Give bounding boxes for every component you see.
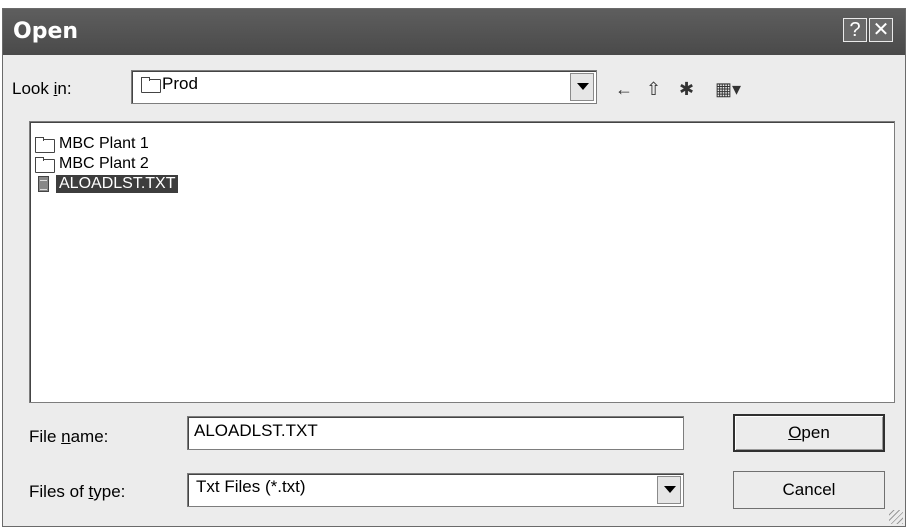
new-folder-icon[interactable]: ✱ — [679, 79, 694, 100]
folder-icon — [34, 156, 56, 173]
open-button[interactable]: Open — [733, 414, 885, 452]
up-folder-icon[interactable]: ⇧ — [646, 79, 661, 100]
back-icon[interactable]: ← — [615, 79, 633, 100]
text-file-icon — [34, 176, 56, 192]
look-in-dropdown-button[interactable] — [570, 73, 594, 101]
file-name-value: ALOADLST.TXT — [194, 421, 318, 440]
file-name-text: MBC Plant 1 — [59, 135, 149, 152]
dialog-title: Open — [13, 19, 79, 44]
look-in-select[interactable]: Prod — [131, 70, 597, 104]
file-type-label: Files of type: — [29, 482, 126, 501]
file-type-select[interactable]: Txt Files (*.txt) — [187, 473, 684, 507]
file-name-input[interactable]: ALOADLST.TXT — [187, 416, 684, 450]
cancel-button[interactable]: Cancel — [733, 471, 885, 509]
file-type-dropdown-button[interactable] — [657, 476, 681, 504]
close-button[interactable]: ✕ — [869, 18, 893, 42]
folder-icon — [34, 136, 56, 153]
file-list[interactable]: MBC Plant 1 MBC Plant 2 ALOADLST.TXT — [29, 121, 895, 403]
look-in-label: Look in: — [12, 79, 72, 98]
title-bar[interactable]: Open ? ✕ — [3, 9, 905, 55]
resize-grip[interactable] — [889, 510, 903, 524]
open-dialog: Open ? ✕ Look in: Prod ← ⇧ ✱ ▦▾ MBC Plan… — [2, 8, 906, 527]
view-menu-icon[interactable]: ▦▾ — [715, 79, 741, 100]
file-name-text: ALOADLST.TXT — [56, 175, 179, 193]
folder-icon — [140, 76, 162, 93]
list-item[interactable]: MBC Plant 1 — [34, 134, 152, 154]
file-name-label: File name: — [29, 427, 109, 446]
look-in-value: Prod — [162, 74, 198, 93]
file-type-value: Txt Files (*.txt) — [196, 477, 306, 496]
help-button[interactable]: ? — [843, 18, 867, 42]
list-item[interactable]: ALOADLST.TXT — [34, 174, 179, 194]
file-name-text: MBC Plant 2 — [59, 155, 149, 172]
list-item[interactable]: MBC Plant 2 — [34, 154, 152, 174]
